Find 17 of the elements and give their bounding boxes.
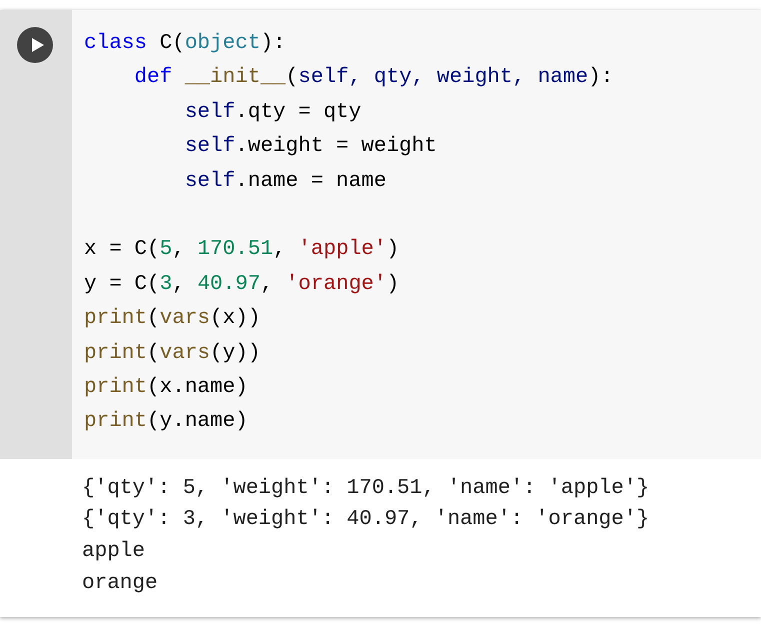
code-line: x = C(5, 170.51, 'apple') [84,237,400,264]
code-line: self.name = name [184,168,386,195]
code-editor[interactable] [72,10,761,459]
output-line: {'qty': 5, 'weight': 170.51, 'name': 'apple'} [82,476,650,502]
output-line: {'qty': 3, 'weight': 40.97, 'name': 'orange'} [82,507,650,534]
code-line: print(x.name) [84,374,248,401]
output-line: apple [82,539,146,566]
code-line: self.weight = weight [184,134,437,160]
run-button[interactable] [17,27,53,63]
code-line: print(vars(x)) [84,306,260,332]
output-line: orange [82,570,158,597]
code-line: self.qty = qty [184,100,362,126]
code-line: def __init__(self, qty, weight, name): [133,65,614,92]
code-line: print(vars(y)) [84,340,260,367]
code-line: y = C(3, 40.97, 'orange') [84,272,400,298]
code-line: class C(object): [84,31,286,57]
code-line: print(y.name) [84,409,248,436]
